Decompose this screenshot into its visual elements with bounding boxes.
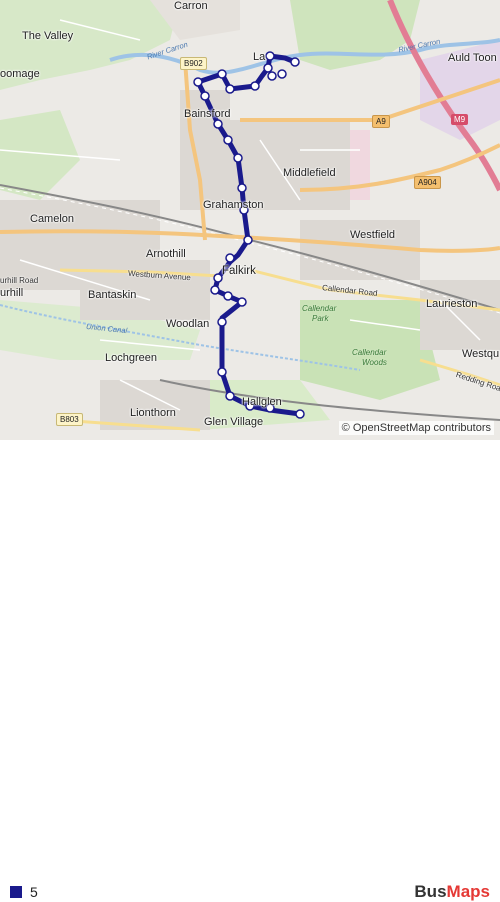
road-shield-m9: M9 [451,114,469,125]
place-larbert: La [253,51,266,63]
route-stop [295,409,305,419]
route-stop [237,183,247,193]
route-stop [237,297,247,307]
street-tamfourhill-road: urhill Road [0,276,39,285]
place-lionthorn: Lionthorn [130,407,176,419]
place-glen-village: Glen Village [204,416,264,428]
place-hallglen-west: urhill [0,287,24,299]
place-woodlands: Woodlan [166,318,210,330]
route-stop [225,391,235,401]
place-lochgreen: Lochgreen [105,352,157,364]
route-stop [223,135,233,145]
route-stop [213,273,223,283]
route-stop [265,51,275,61]
route-stop [217,69,227,79]
legend-route-swatch [10,886,22,898]
park-callendar-park-line2: Park [312,314,329,323]
place-westquarter: Westqu [462,348,500,360]
route-stop [277,69,287,79]
route-stop [225,253,235,263]
place-hallglen: Hallglen [242,396,282,408]
legend-route-label: 5 [30,884,38,900]
busmaps-logo[interactable]: BusMaps [414,882,490,902]
park-callendar-woods-line2: Woods [362,358,387,367]
route-stop [225,84,235,94]
place-grahamston: Grahamston [203,199,264,211]
route-stop [210,285,220,295]
place-arnothill: Arnothill [146,248,186,260]
route-stop [267,71,277,81]
place-falkirk: Falkirk [222,265,256,277]
place-camelon: Camelon [30,213,75,225]
route-stop [213,119,223,129]
route-stop [223,291,233,301]
bus-route-layer [193,51,305,419]
road-shield-a9: A9 [372,115,390,128]
place-the-valley: The Valley [22,30,74,42]
road-shield-b803: B803 [56,413,83,426]
route-stop [263,63,273,73]
footer: 5 BusMaps [0,440,500,901]
place-auld-toon: Auld Toon [448,52,497,64]
place-laurieston: Laurieston [426,298,478,310]
place-stenhousemuir: oomage [0,68,40,80]
map-canvas[interactable]: Carron The Valley oomage La Auld Toon Ba… [0,0,500,440]
park-callendar-woods-line1: Callendar [352,348,387,357]
place-carron: Carron [174,0,208,12]
route-stop [250,81,260,91]
place-westfield: Westfield [350,229,396,241]
map-attribution[interactable]: © OpenStreetMap contributors [338,421,494,435]
park-callendar-park-line1: Callendar [302,304,337,313]
brand-bus-text: Bus [414,882,447,901]
brand-maps-text: Maps [446,882,490,901]
route-stop [217,367,227,377]
place-middlefield: Middlefield [283,167,336,179]
route-stop [217,317,227,327]
route-stop [243,235,253,245]
route-stop [233,153,243,163]
route-stop [200,91,210,101]
route-stop [290,57,300,67]
road-shield-a904: A904 [414,176,441,189]
road-shield-b902: B902 [180,57,207,70]
place-bantaskin: Bantaskin [88,289,137,301]
route-stop [193,77,203,87]
place-bainsford: Bainsford [184,108,231,120]
